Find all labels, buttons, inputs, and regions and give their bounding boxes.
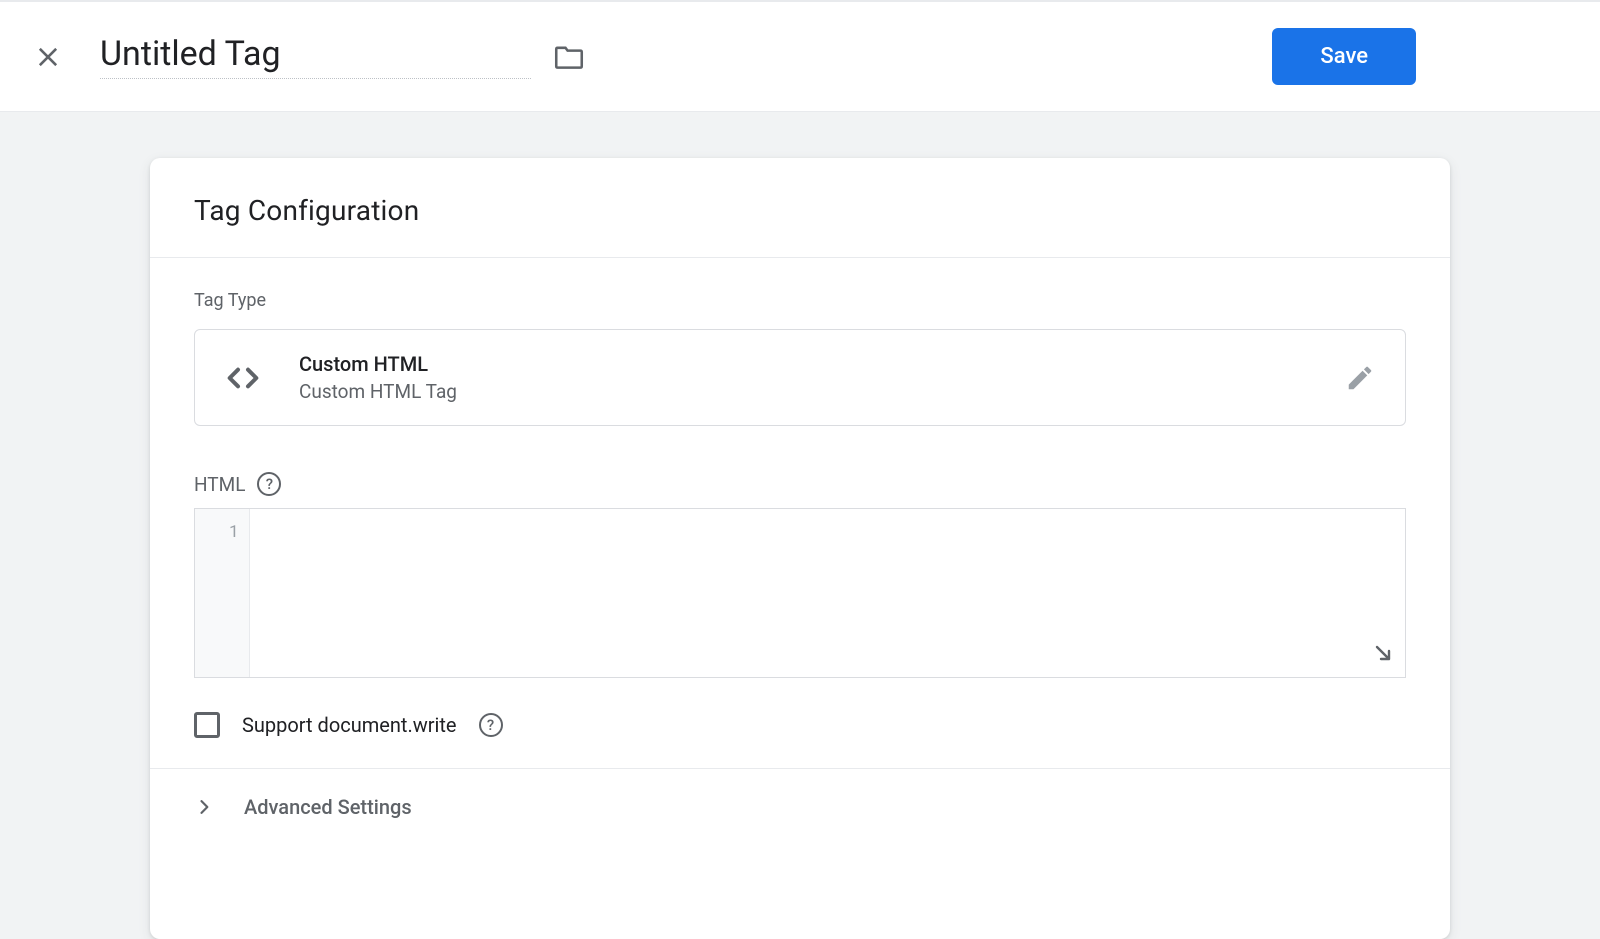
- body-area: Tag Configuration Tag Type Custom HTML C…: [0, 112, 1600, 939]
- code-gutter: 1: [195, 509, 250, 677]
- resize-arrow-icon: [1371, 641, 1395, 665]
- tag-configuration-card: Tag Configuration Tag Type Custom HTML C…: [150, 158, 1450, 939]
- card-body: Tag Type Custom HTML Custom HTML Tag HTM…: [150, 258, 1450, 768]
- code-icon: [223, 358, 263, 398]
- card-header: Tag Configuration: [150, 158, 1450, 258]
- support-document-write-row: Support document.write ?: [194, 712, 1406, 768]
- folder-button[interactable]: [549, 37, 589, 77]
- pencil-icon: [1345, 363, 1375, 393]
- tag-type-text: Custom HTML Custom HTML Tag: [299, 352, 1343, 403]
- tag-name-input[interactable]: [100, 34, 531, 79]
- editor-resize-handle[interactable]: [1371, 641, 1395, 669]
- close-button[interactable]: [24, 33, 72, 81]
- folder-icon: [552, 40, 586, 74]
- save-button[interactable]: Save: [1272, 28, 1416, 85]
- html-code-editor: 1: [194, 508, 1406, 678]
- tag-type-selector[interactable]: Custom HTML Custom HTML Tag: [194, 329, 1406, 426]
- support-document-write-checkbox[interactable]: [194, 712, 220, 738]
- html-help-button[interactable]: ?: [257, 472, 281, 496]
- close-icon: [34, 43, 62, 71]
- tag-type-description: Custom HTML Tag: [299, 380, 1343, 403]
- tag-type-name: Custom HTML: [299, 352, 1343, 376]
- support-document-write-label: Support document.write: [242, 713, 457, 737]
- header-bar: Save: [0, 2, 1600, 112]
- html-code-textarea[interactable]: [250, 509, 1405, 677]
- tag-type-label: Tag Type: [194, 290, 1406, 311]
- advanced-settings-toggle[interactable]: Advanced Settings: [150, 769, 1450, 849]
- chevron-right-icon: [194, 797, 214, 817]
- html-label-row: HTML ?: [194, 472, 1406, 496]
- edit-tag-type-button[interactable]: [1343, 361, 1377, 395]
- document-write-help-button[interactable]: ?: [479, 713, 503, 737]
- line-number: 1: [195, 519, 239, 542]
- advanced-settings-label: Advanced Settings: [244, 795, 412, 819]
- card-title: Tag Configuration: [194, 194, 1406, 227]
- html-field-label: HTML: [194, 473, 245, 496]
